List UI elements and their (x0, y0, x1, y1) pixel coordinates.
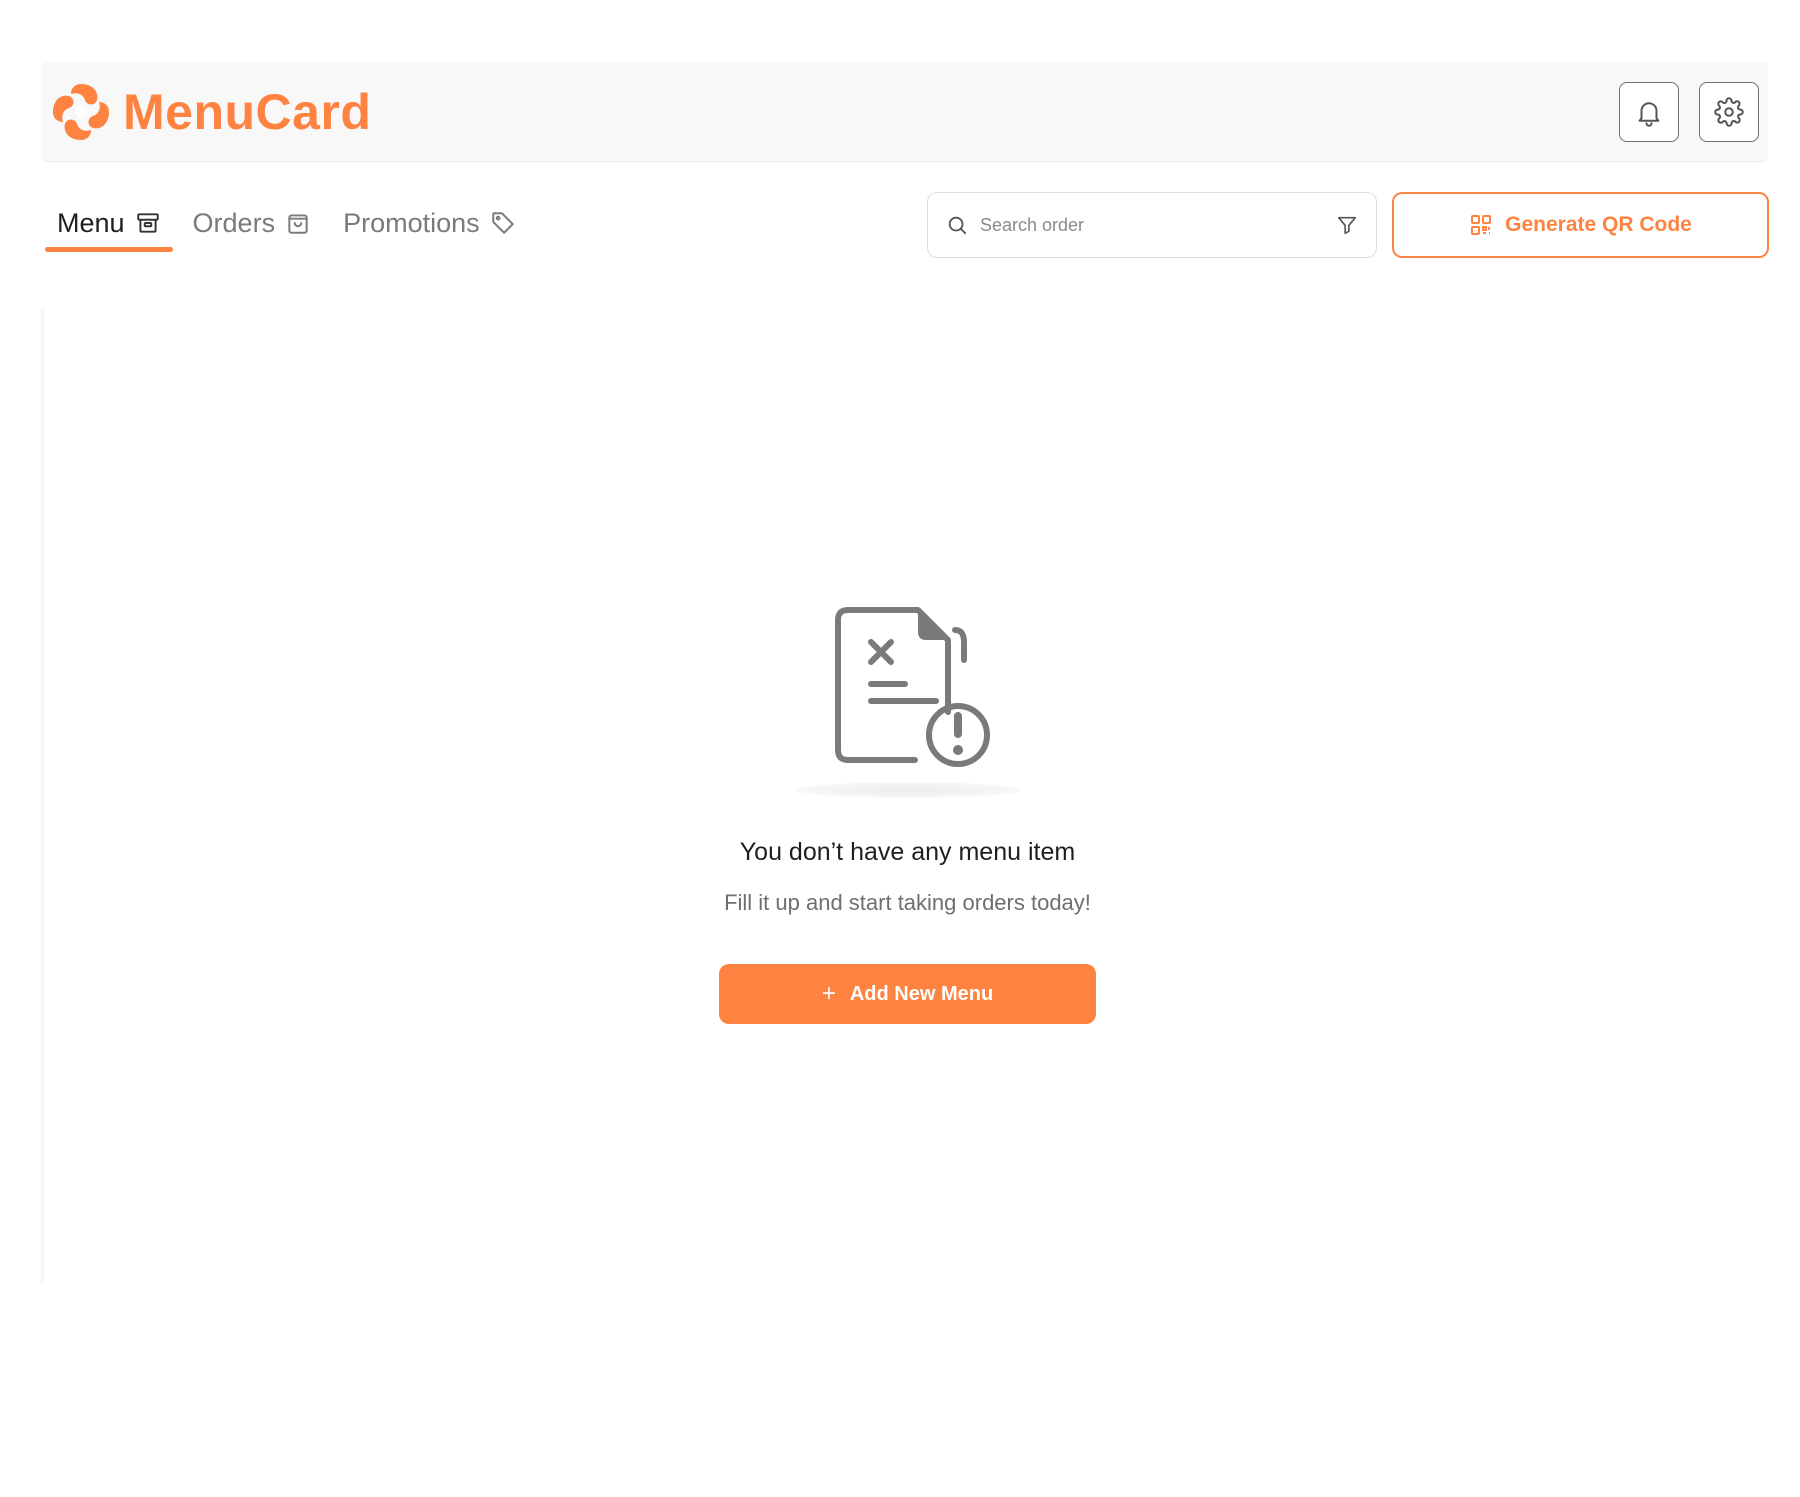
brand-name: MenuCard (123, 84, 372, 140)
archive-box-icon (136, 213, 159, 233)
tab-orders[interactable]: Orders (181, 196, 324, 250)
main-tabs: Menu Orders Promotions (45, 196, 536, 256)
plus-icon: + (821, 980, 836, 1007)
qr-code-icon (1471, 215, 1492, 235)
top-header: MenuCard (41, 62, 1768, 162)
empty-state-subtitle: Fill it up and start taking orders today… (724, 890, 1091, 915)
generate-qr-code-label: Generate QR Code (1505, 213, 1692, 236)
content-left-border (41, 308, 45, 1283)
tab-promotions-label: Promotions (343, 207, 480, 238)
gear-icon (1714, 97, 1744, 127)
menucard-logo-icon (53, 84, 109, 140)
brand[interactable]: MenuCard (49, 79, 371, 145)
generate-qr-code-button[interactable]: Generate QR Code (1392, 192, 1769, 258)
search-icon (948, 216, 967, 235)
empty-document-alert-icon (835, 607, 990, 767)
notifications-button[interactable] (1619, 82, 1679, 142)
shopping-bag-icon (288, 214, 308, 234)
filter-icon[interactable] (1336, 214, 1358, 236)
bell-icon (1638, 102, 1660, 127)
settings-button[interactable] (1699, 82, 1759, 142)
empty-state-title: You don’t have any menu item (739, 838, 1076, 866)
tab-menu[interactable]: Menu (45, 196, 173, 252)
search-input[interactable] (978, 213, 1336, 237)
add-new-menu-label: Add New Menu (849, 982, 994, 1005)
search-order-box (927, 192, 1377, 258)
tag-icon (491, 212, 514, 234)
tab-orders-label: Orders (192, 207, 276, 238)
tab-promotions[interactable]: Promotions (331, 196, 528, 250)
tab-menu-label: Menu (57, 207, 125, 238)
add-new-menu-button[interactable]: + Add New Menu (719, 964, 1096, 1024)
